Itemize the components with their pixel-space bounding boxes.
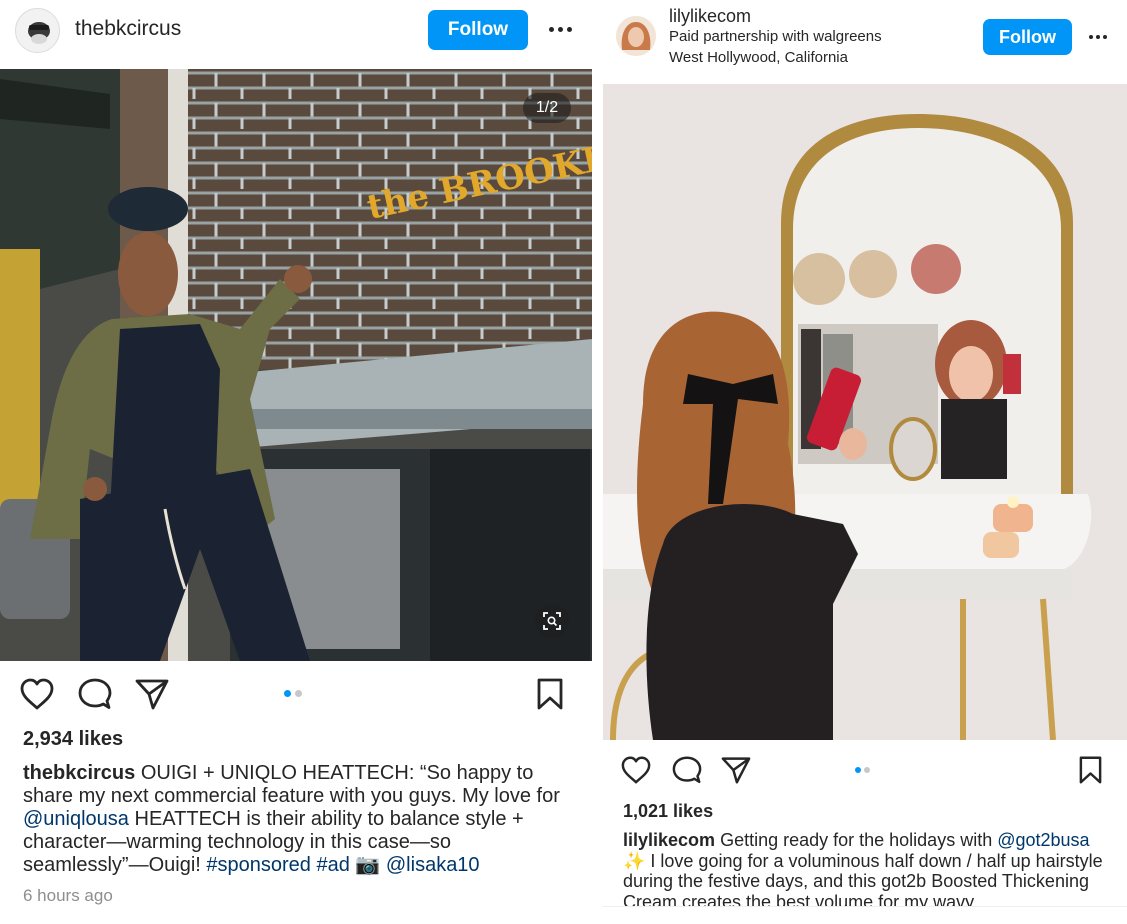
post-thebkcircus: thebkcircus Follow 1/2 2,934 likes thebk… <box>0 0 592 924</box>
follow-button[interactable]: Follow <box>428 10 528 50</box>
avatar[interactable] <box>616 16 656 56</box>
carousel-dot-active <box>284 690 291 697</box>
carousel-indicator <box>284 690 302 697</box>
likes-count[interactable]: 2,934 likes <box>23 728 123 751</box>
location-link[interactable]: West Hollywood, California <box>669 49 848 66</box>
share-send-icon[interactable] <box>721 756 751 784</box>
timestamp: 6 hours ago <box>23 886 113 905</box>
avatar[interactable] <box>15 8 60 53</box>
username[interactable]: thebkcircus <box>75 17 181 41</box>
like-heart-icon[interactable] <box>20 678 54 710</box>
image-counter: 1/2 <box>523 93 571 123</box>
more-options-icon[interactable] <box>1089 35 1107 39</box>
hashtag-link[interactable]: #ad <box>316 854 349 876</box>
mention-link[interactable]: @lisaka10 <box>386 854 480 876</box>
share-send-icon[interactable] <box>135 678 169 710</box>
mention-link[interactable]: @got2busa <box>997 830 1089 850</box>
save-bookmark-icon[interactable] <box>1078 756 1103 784</box>
comment-icon[interactable] <box>672 756 702 784</box>
carousel-dot <box>295 690 302 697</box>
partnership-prefix: Paid partnership with <box>669 28 814 45</box>
post-image[interactable]: the BROOKLYN CIRCUS NY 1/2 <box>0 69 592 661</box>
mention-link[interactable]: @uniqlousa <box>23 808 129 830</box>
caption: thebkcircus OUIGI + UNIQLO HEATTECH: “So… <box>23 762 578 877</box>
post-image[interactable] <box>603 84 1127 740</box>
partnership-label: Paid partnership with walgreens <box>669 28 882 45</box>
next-post-toolbar-peek <box>603 906 1127 924</box>
visual-search-icon[interactable] <box>535 604 569 638</box>
avatar-image <box>16 9 59 52</box>
camera-emoji: 📷 <box>349 854 386 876</box>
storefront-photo: the BROOKLYN CIRCUS NY <box>0 69 592 661</box>
partner-link[interactable]: walgreens <box>813 28 881 45</box>
divider <box>592 0 603 924</box>
avatar-image <box>616 16 656 56</box>
carousel-indicator <box>855 767 870 773</box>
comment-icon[interactable] <box>78 678 112 710</box>
more-options-icon[interactable] <box>549 27 572 32</box>
caption: lilylikecom Getting ready for the holida… <box>623 830 1108 906</box>
caption-username[interactable]: lilylikecom <box>623 830 715 850</box>
follow-button[interactable]: Follow <box>983 19 1072 55</box>
like-heart-icon[interactable] <box>621 756 651 784</box>
caption-text: ✨ I love going for a voluminous half dow… <box>623 850 1103 907</box>
vanity-photo <box>603 84 1127 740</box>
username[interactable]: lilylikecom <box>669 6 751 27</box>
caption-username[interactable]: thebkcircus <box>23 762 135 784</box>
save-bookmark-icon[interactable] <box>536 678 564 710</box>
likes-count[interactable]: 1,021 likes <box>623 801 713 822</box>
hashtag-link[interactable]: #sponsored <box>206 854 311 876</box>
caption-text: Getting ready for the holidays with <box>715 830 998 850</box>
post-lilylikecom: lilylikecom Paid partnership with walgre… <box>603 0 1127 924</box>
carousel-dot-active <box>855 767 861 773</box>
carousel-dot <box>864 767 870 773</box>
